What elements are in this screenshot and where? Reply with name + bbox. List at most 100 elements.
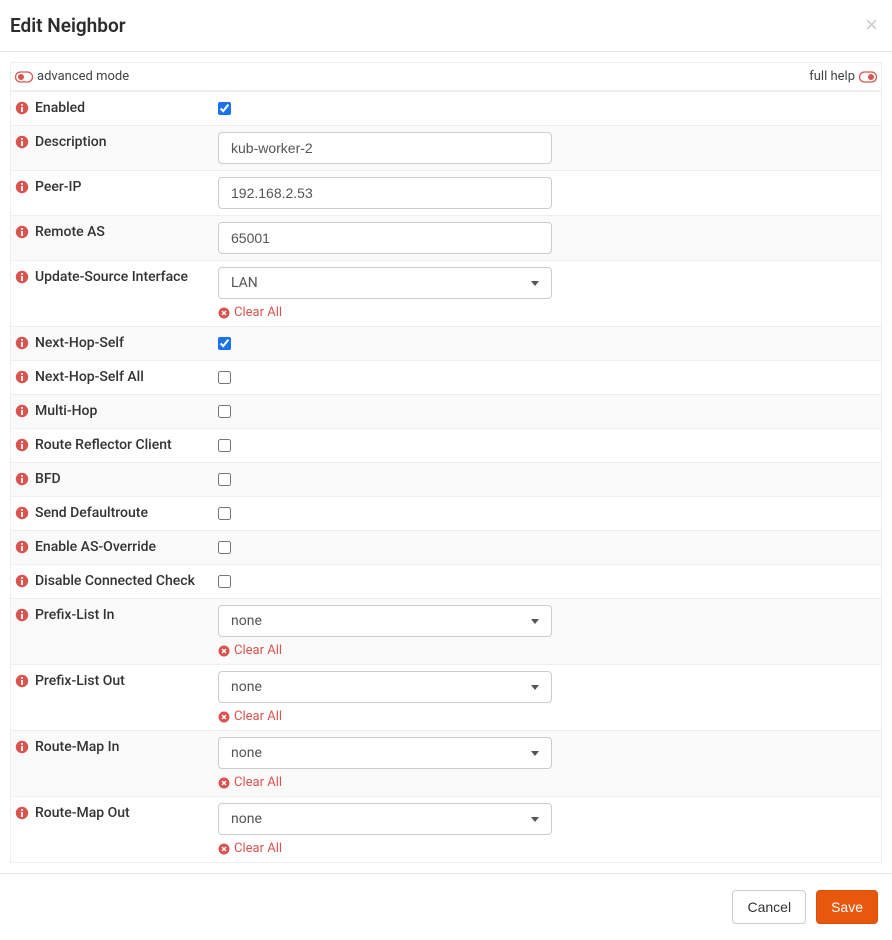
row-prefix-list-in: Prefix-List In none Clear All <box>11 598 881 664</box>
info-icon[interactable] <box>15 270 29 284</box>
remote-as-input[interactable] <box>218 222 552 254</box>
modal-header: Edit Neighbor × <box>0 0 892 52</box>
row-route-reflector: Route Reflector Client <box>11 428 881 462</box>
row-route-map-out: Route-Map Out none Clear All <box>11 796 881 862</box>
next-hop-self-all-checkbox[interactable] <box>218 371 231 384</box>
row-bfd: BFD <box>11 462 881 496</box>
row-prefix-list-out: Prefix-List Out none Clear All <box>11 664 881 730</box>
row-disable-connected-check: Disable Connected Check <box>11 564 881 598</box>
label-route-map-out: Route-Map Out <box>35 805 130 821</box>
label-peer-ip: Peer-IP <box>35 179 81 195</box>
description-input[interactable] <box>218 132 552 164</box>
prefix-list-out-select[interactable]: none <box>218 671 552 703</box>
info-icon[interactable] <box>15 806 29 820</box>
row-next-hop-self-all: Next-Hop-Self All <box>11 360 881 394</box>
info-icon[interactable] <box>15 674 29 688</box>
mode-toggle-row: advanced mode full help <box>10 62 882 91</box>
clear-all-label: Clear All <box>234 643 282 658</box>
chevron-down-icon <box>531 817 539 822</box>
peer-ip-input[interactable] <box>218 177 552 209</box>
prefix-list-in-value: none <box>231 613 262 629</box>
clear-icon <box>218 843 230 855</box>
modal-footer: Cancel Save <box>0 873 892 940</box>
next-hop-self-checkbox[interactable] <box>218 337 231 350</box>
label-update-source: Update-Source Interface <box>35 269 188 285</box>
label-prefix-list-out: Prefix-List Out <box>35 673 125 689</box>
info-icon[interactable] <box>15 472 29 486</box>
clear-all-update-source[interactable]: Clear All <box>218 305 877 320</box>
clear-icon <box>218 307 230 319</box>
label-route-reflector: Route Reflector Client <box>35 437 172 453</box>
chevron-down-icon <box>531 281 539 286</box>
label-prefix-list-in: Prefix-List In <box>35 607 114 623</box>
info-icon[interactable] <box>15 574 29 588</box>
toggle-off-icon <box>859 70 877 84</box>
advanced-mode-toggle[interactable]: advanced mode <box>15 69 129 84</box>
row-peer-ip: Peer-IP <box>11 170 881 215</box>
row-update-source: Update-Source Interface LAN Clear All <box>11 260 881 326</box>
clear-all-label: Clear All <box>234 841 282 856</box>
info-icon[interactable] <box>15 438 29 452</box>
label-route-map-in: Route-Map In <box>35 739 119 755</box>
route-map-in-select[interactable]: none <box>218 737 552 769</box>
info-icon[interactable] <box>15 225 29 239</box>
enable-as-override-checkbox[interactable] <box>218 541 231 554</box>
info-icon[interactable] <box>15 608 29 622</box>
info-icon[interactable] <box>15 370 29 384</box>
chevron-down-icon <box>531 751 539 756</box>
info-icon[interactable] <box>15 404 29 418</box>
chevron-down-icon <box>531 619 539 624</box>
info-icon[interactable] <box>15 180 29 194</box>
row-multi-hop: Multi-Hop <box>11 394 881 428</box>
modal-title: Edit Neighbor <box>10 14 882 37</box>
full-help-toggle[interactable]: full help <box>809 69 877 84</box>
row-send-defaultroute: Send Defaultroute <box>11 496 881 530</box>
info-icon[interactable] <box>15 336 29 350</box>
disable-connected-check-checkbox[interactable] <box>218 575 231 588</box>
full-help-label: full help <box>809 69 855 84</box>
info-icon[interactable] <box>15 135 29 149</box>
label-remote-as: Remote AS <box>35 224 105 240</box>
prefix-list-out-value: none <box>231 679 262 695</box>
label-send-defaultroute: Send Defaultroute <box>35 505 148 521</box>
info-icon[interactable] <box>15 540 29 554</box>
label-next-hop-self-all: Next-Hop-Self All <box>35 369 144 385</box>
info-icon[interactable] <box>15 506 29 520</box>
clear-all-label: Clear All <box>234 709 282 724</box>
multi-hop-checkbox[interactable] <box>218 405 231 418</box>
label-description: Description <box>35 134 107 150</box>
advanced-mode-label: advanced mode <box>37 69 129 84</box>
clear-icon <box>218 711 230 723</box>
route-map-out-select[interactable]: none <box>218 803 552 835</box>
clear-icon <box>218 645 230 657</box>
form-body: advanced mode full help Enabled Descript… <box>0 52 892 873</box>
label-disable-connected-check: Disable Connected Check <box>35 573 195 589</box>
info-icon[interactable] <box>15 740 29 754</box>
info-icon[interactable] <box>15 101 29 115</box>
clear-all-prefix-list-out[interactable]: Clear All <box>218 709 877 724</box>
row-route-map-in: Route-Map In none Clear All <box>11 730 881 796</box>
clear-all-route-map-out[interactable]: Clear All <box>218 841 877 856</box>
bfd-checkbox[interactable] <box>218 473 231 486</box>
route-map-out-value: none <box>231 811 262 827</box>
row-description: Description <box>11 125 881 170</box>
clear-all-label: Clear All <box>234 305 282 320</box>
route-reflector-checkbox[interactable] <box>218 439 231 452</box>
cancel-button[interactable]: Cancel <box>732 890 806 924</box>
clear-all-prefix-list-in[interactable]: Clear All <box>218 643 877 658</box>
label-enable-as-override: Enable AS-Override <box>35 539 156 555</box>
route-map-in-value: none <box>231 745 262 761</box>
send-defaultroute-checkbox[interactable] <box>218 507 231 520</box>
clear-all-label: Clear All <box>234 775 282 790</box>
save-button[interactable]: Save <box>816 890 878 924</box>
enabled-checkbox[interactable] <box>218 102 231 115</box>
label-multi-hop: Multi-Hop <box>35 403 97 419</box>
close-button[interactable]: × <box>865 14 878 36</box>
prefix-list-in-select[interactable]: none <box>218 605 552 637</box>
update-source-select[interactable]: LAN <box>218 267 552 299</box>
clear-icon <box>218 777 230 789</box>
chevron-down-icon <box>531 685 539 690</box>
clear-all-route-map-in[interactable]: Clear All <box>218 775 877 790</box>
label-bfd: BFD <box>35 471 61 487</box>
update-source-value: LAN <box>231 275 258 291</box>
